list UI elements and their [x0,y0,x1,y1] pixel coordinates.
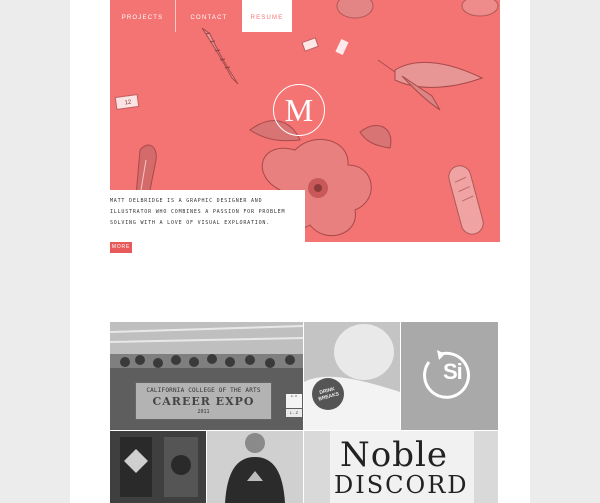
logo-letter: M [284,92,314,128]
expo-sign-b: L - Z [286,409,302,417]
nav-projects[interactable]: PROJECTS [110,0,175,32]
portfolio-tile-typography[interactable]: Noble DISCORD [304,431,498,503]
portfolio-tile-career-expo[interactable]: CALIFORNIA COLLEGE OF THE ARTS CAREER EX… [110,322,303,430]
expo-year: 2011 [197,409,210,415]
page-container: PROJECTS CONTACT RESUME 12 M MATT DELBRI… [70,0,530,503]
expo-sign-a: A - K [286,394,302,408]
portfolio-grid: CALIFORNIA COLLEGE OF THE ARTS CAREER EX… [110,322,498,503]
discord-text: DISCORD [334,471,469,499]
shirt-photo [207,431,303,503]
si-logo-text: Si [443,359,463,384]
nav-contact[interactable]: CONTACT [176,0,242,32]
intro-box: MATT DELBRIDGE IS A GRAPHIC DESIGNER AND… [110,190,305,242]
expo-college-label: CALIFORNIA COLLEGE OF THE ARTS [146,387,261,394]
portfolio-tile-shirt[interactable] [207,431,303,503]
tube-illustration [448,165,484,235]
portfolio-tile-si-logo[interactable]: Si [401,322,498,430]
career-expo-banner: CALIFORNIA COLLEGE OF THE ARTS CAREER EX… [135,382,272,420]
poster-photo [110,431,206,503]
caterpillar-illustration [201,27,239,85]
noble-text: Noble [340,435,448,475]
more-button[interactable]: MORE [110,242,132,253]
portfolio-tile-badge[interactable]: DRINK BREAKS [304,322,400,430]
intro-text: MATT DELBRIDGE IS A GRAPHIC DESIGNER AND… [110,198,286,226]
logo-monogram[interactable]: M [273,84,325,136]
main-navigation: PROJECTS CONTACT RESUME [110,0,350,32]
badge-photo [304,322,400,430]
expo-title: CAREER EXPO [152,395,255,408]
nav-resume[interactable]: RESUME [242,0,292,32]
portfolio-tile-poster[interactable] [110,431,206,503]
moth-illustration [377,59,484,111]
